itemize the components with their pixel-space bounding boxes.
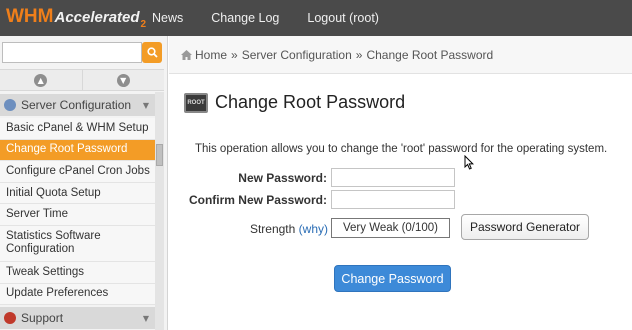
logo-accelerated-text: Accelerated [54, 9, 140, 26]
strength-label-row: Strength (why) [232, 222, 328, 236]
breadcrumb-section-link[interactable]: Server Configuration [242, 48, 352, 62]
top-bar: WHM Accelerated 2 News Change Log Logout… [0, 0, 632, 36]
support-icon [4, 312, 16, 324]
logo-whm-text: WHM [6, 6, 54, 27]
page-title: Change Root Password [215, 92, 406, 112]
collapse-all-button[interactable]: ▲ [0, 70, 83, 90]
nav-news-link[interactable]: News [152, 11, 183, 25]
search-button[interactable] [142, 42, 162, 63]
page-header: ROOT Change Root Password [184, 92, 405, 113]
sidebar-scrollbar[interactable] [155, 92, 164, 330]
root-terminal-icon: ROOT [184, 92, 208, 113]
sidebar-group-label: Support [21, 311, 64, 325]
sidebar-group-label: Server Configuration [21, 98, 132, 112]
server-configuration-icon [4, 99, 16, 111]
sidebar-item-cron-jobs[interactable]: Configure cPanel Cron Jobs [0, 161, 155, 183]
nav-changelog-link[interactable]: Change Log [211, 11, 279, 25]
sidebar-menu: Basic cPanel & WHM Setup Change Root Pas… [0, 118, 155, 306]
strength-why-link[interactable]: (why) [299, 222, 328, 236]
mouse-cursor-icon [464, 155, 474, 170]
whm-logo[interactable]: WHM Accelerated 2 [6, 6, 146, 30]
search-icon [146, 47, 158, 58]
chevron-down-icon: ▼ [142, 313, 149, 323]
breadcrumb: Home » Server Configuration » Change Roo… [169, 36, 632, 74]
sidebar-item-change-root-password[interactable]: Change Root Password [0, 139, 155, 162]
sidebar-group-server-configuration[interactable]: Server Configuration ▼ [0, 94, 155, 116]
chevron-down-icon: ▼ [142, 100, 149, 110]
home-icon [181, 49, 192, 60]
new-password-label: New Password: [238, 171, 327, 185]
sidebar-item-tweak-settings[interactable]: Tweak Settings [0, 261, 155, 284]
password-generator-button[interactable]: Password Generator [461, 214, 589, 240]
page-description: This operation allows you to change the … [195, 143, 608, 155]
sidebar: ▲ ▼ Server Configuration ▼ Basic cPanel … [0, 36, 168, 330]
expand-all-button[interactable]: ▼ [83, 70, 165, 90]
new-password-field[interactable] [331, 168, 455, 187]
confirm-password-field[interactable] [331, 190, 455, 209]
confirm-password-label: Confirm New Password: [188, 193, 327, 207]
arrow-down-icon: ▼ [116, 73, 130, 87]
password-strength-meter: Very Weak (0/100) [331, 218, 450, 238]
arrow-up-icon: ▲ [34, 73, 48, 87]
top-nav: News Change Log Logout (root) [152, 0, 407, 36]
breadcrumb-current: Change Root Password [366, 47, 494, 62]
sidebar-collapse-controls: ▲ ▼ [0, 69, 164, 91]
sidebar-item-basic-setup[interactable]: Basic cPanel & WHM Setup [0, 118, 155, 140]
strength-label: Strength [249, 222, 296, 236]
sidebar-item-server-time[interactable]: Server Time [0, 204, 155, 226]
breadcrumb-separator: » [355, 47, 363, 62]
breadcrumb-separator: » [231, 47, 238, 62]
sidebar-item-statistics-software[interactable]: Statistics Software Configuration [0, 225, 155, 262]
scrollbar-thumb[interactable] [156, 144, 163, 166]
sidebar-group-support[interactable]: Support ▼ [0, 307, 155, 329]
logo-version: 2 [140, 19, 147, 30]
sidebar-search-input[interactable] [2, 42, 142, 63]
breadcrumb-home-link[interactable]: Home [195, 48, 227, 62]
sidebar-item-update-preferences[interactable]: Update Preferences [0, 283, 155, 306]
change-password-button[interactable]: Change Password [334, 265, 451, 292]
sidebar-item-initial-quota[interactable]: Initial Quota Setup [0, 182, 155, 205]
nav-logout-link[interactable]: Logout (root) [307, 11, 379, 25]
